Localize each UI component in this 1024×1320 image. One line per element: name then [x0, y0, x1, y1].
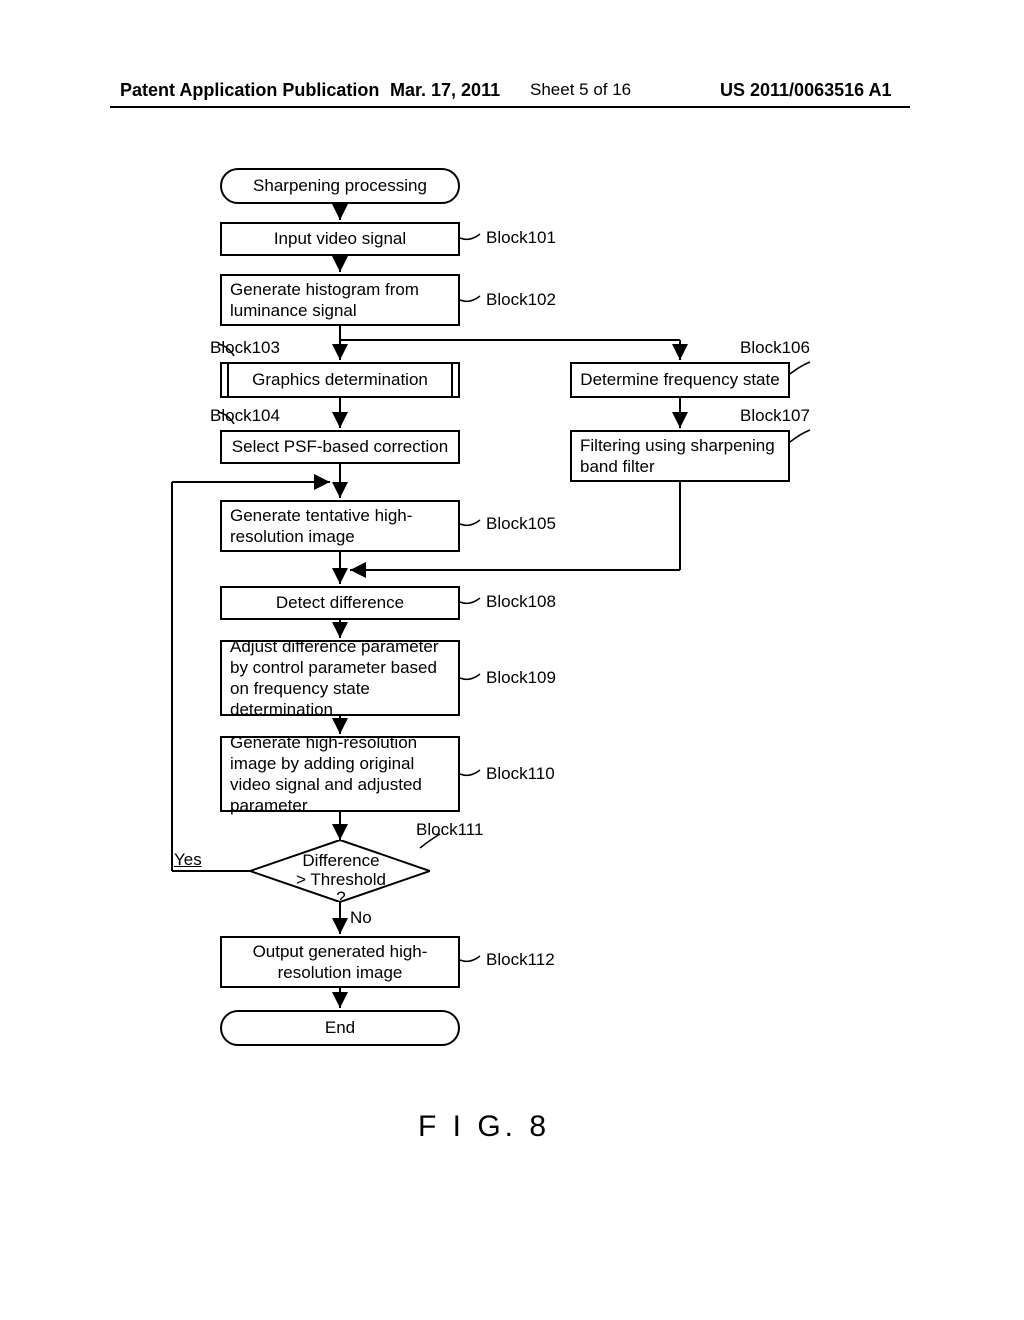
block-108: Detect difference: [220, 586, 460, 620]
label-108: Block108: [486, 592, 556, 612]
header-rule: [110, 106, 910, 108]
block-110-text: Generate high-resolution image by adding…: [230, 732, 450, 817]
terminator-end: End: [220, 1010, 460, 1046]
block-103: Graphics determination: [220, 362, 460, 398]
block-105-text: Generate tentative high-resolution image: [230, 505, 450, 548]
block-109-text: Adjust difference parameter by control p…: [230, 636, 450, 721]
block-106: Determine frequency state: [570, 362, 790, 398]
header-pubno: US 2011/0063516 A1: [720, 80, 891, 101]
block-104: Select PSF-based correction: [220, 430, 460, 464]
block-108-text: Detect difference: [276, 592, 404, 613]
block-105: Generate tentative high-resolution image: [220, 500, 460, 552]
label-110: Block110: [486, 764, 555, 784]
block-107-text: Filtering using sharpening band filter: [580, 435, 780, 478]
label-111: Block111: [416, 820, 483, 840]
block-109: Adjust difference parameter by control p…: [220, 640, 460, 716]
flow-arrows: [0, 160, 1024, 1260]
figure-caption: F I G. 8: [418, 1110, 550, 1144]
block-111-text: Difference > Threshold ?: [296, 852, 386, 908]
terminator-start: Sharpening processing: [220, 168, 460, 204]
label-105: Block105: [486, 514, 556, 534]
label-106: Block106: [740, 338, 810, 358]
label-103: Block103: [210, 338, 280, 358]
block-112-text: Output generated high-resolution image: [230, 941, 450, 984]
block-110: Generate high-resolution image by adding…: [220, 736, 460, 812]
label-109: Block109: [486, 668, 556, 688]
block-104-text: Select PSF-based correction: [232, 436, 448, 457]
label-104: Block104: [210, 406, 280, 426]
header-sheet: Sheet 5 of 16: [530, 80, 631, 100]
block-102-text: Generate histogram from luminance signal: [230, 279, 450, 322]
block-112: Output generated high-resolution image: [220, 936, 460, 988]
block-106-text: Determine frequency state: [580, 369, 779, 390]
block-103-text: Graphics determination: [252, 369, 428, 390]
decision-no: No: [350, 908, 372, 928]
decision-yes: Yes: [174, 850, 202, 870]
header-left: Patent Application Publication: [120, 80, 379, 101]
end-text: End: [325, 1017, 355, 1038]
start-text: Sharpening processing: [253, 175, 427, 196]
label-107: Block107: [740, 406, 810, 426]
block-101: Input video signal: [220, 222, 460, 256]
label-102: Block102: [486, 290, 556, 310]
block-102: Generate histogram from luminance signal: [220, 274, 460, 326]
block-107: Filtering using sharpening band filter: [570, 430, 790, 482]
header-date: Mar. 17, 2011: [390, 80, 500, 101]
label-101: Block101: [486, 228, 556, 248]
label-112: Block112: [486, 950, 555, 970]
block-101-text: Input video signal: [274, 228, 406, 249]
